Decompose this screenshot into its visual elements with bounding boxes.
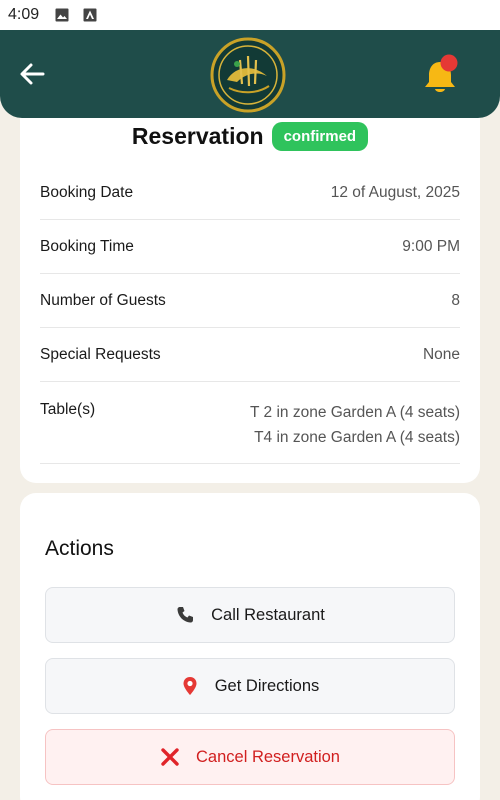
call-restaurant-button[interactable]: Call Restaurant bbox=[45, 587, 455, 643]
page-title: Reservation bbox=[131, 123, 264, 149]
table-item: T4 in zone Garden A (4 seats) bbox=[254, 429, 460, 446]
detail-row-guests: Number of Guests 8 bbox=[40, 274, 460, 328]
get-directions-label: Get Directions bbox=[214, 676, 320, 695]
detail-row-booking-date: Booking Date 12 of August, 2025 bbox=[40, 166, 460, 220]
pin-icon bbox=[181, 676, 199, 696]
back-button[interactable] bbox=[14, 56, 50, 92]
detail-label: Special Requests bbox=[40, 345, 161, 363]
reservation-header: Reservation confirmed bbox=[20, 122, 480, 151]
reservation-details-card: Reservation confirmed Booking Date 12 of… bbox=[20, 100, 480, 483]
bell-icon bbox=[425, 54, 458, 92]
details-list: Booking Date 12 of August, 2025 Booking … bbox=[40, 166, 460, 464]
detail-value: 12 of August, 2025 bbox=[330, 183, 460, 201]
arrow-left-icon bbox=[20, 63, 45, 85]
detail-label: Booking Time bbox=[40, 237, 134, 255]
image-notification-icon bbox=[55, 8, 69, 22]
table-item: T 2 in zone Garden A (4 seats) bbox=[250, 404, 460, 421]
close-x-icon bbox=[160, 747, 180, 767]
detail-value: 8 bbox=[451, 291, 460, 309]
detail-value: 9:00 PM bbox=[402, 237, 460, 255]
detail-label: Table(s) bbox=[40, 401, 96, 418]
cancel-reservation-button[interactable]: Cancel Reservation bbox=[45, 729, 455, 785]
actions-title: Actions bbox=[45, 537, 114, 560]
detail-row-booking-time: Booking Time 9:00 PM bbox=[40, 220, 460, 274]
detail-row-special-requests: Special Requests None bbox=[40, 328, 460, 382]
cancel-reservation-label: Cancel Reservation bbox=[196, 747, 340, 766]
call-restaurant-label: Call Restaurant bbox=[211, 605, 325, 624]
status-time: 4:09 bbox=[8, 6, 40, 23]
status-bar: 4:09 bbox=[0, 0, 500, 30]
actions-card: Actions Call Restaurant Get Directions C… bbox=[20, 493, 480, 800]
detail-row-tables: Table(s) T 2 in zone Garden A (4 seats) … bbox=[40, 382, 460, 464]
detail-label: Number of Guests bbox=[40, 291, 166, 309]
detail-label: Booking Date bbox=[40, 183, 134, 201]
phone-icon bbox=[175, 605, 195, 625]
get-directions-button[interactable]: Get Directions bbox=[45, 658, 455, 714]
app-notification-icon bbox=[83, 8, 97, 22]
status-badge: confirmed bbox=[271, 122, 369, 151]
notifications-button[interactable] bbox=[420, 54, 464, 98]
app-header bbox=[0, 30, 500, 118]
tables-list: T 2 in zone Garden A (4 seats) T4 in zon… bbox=[250, 400, 460, 450]
detail-value: None bbox=[422, 345, 460, 363]
restaurant-logo bbox=[207, 36, 289, 114]
